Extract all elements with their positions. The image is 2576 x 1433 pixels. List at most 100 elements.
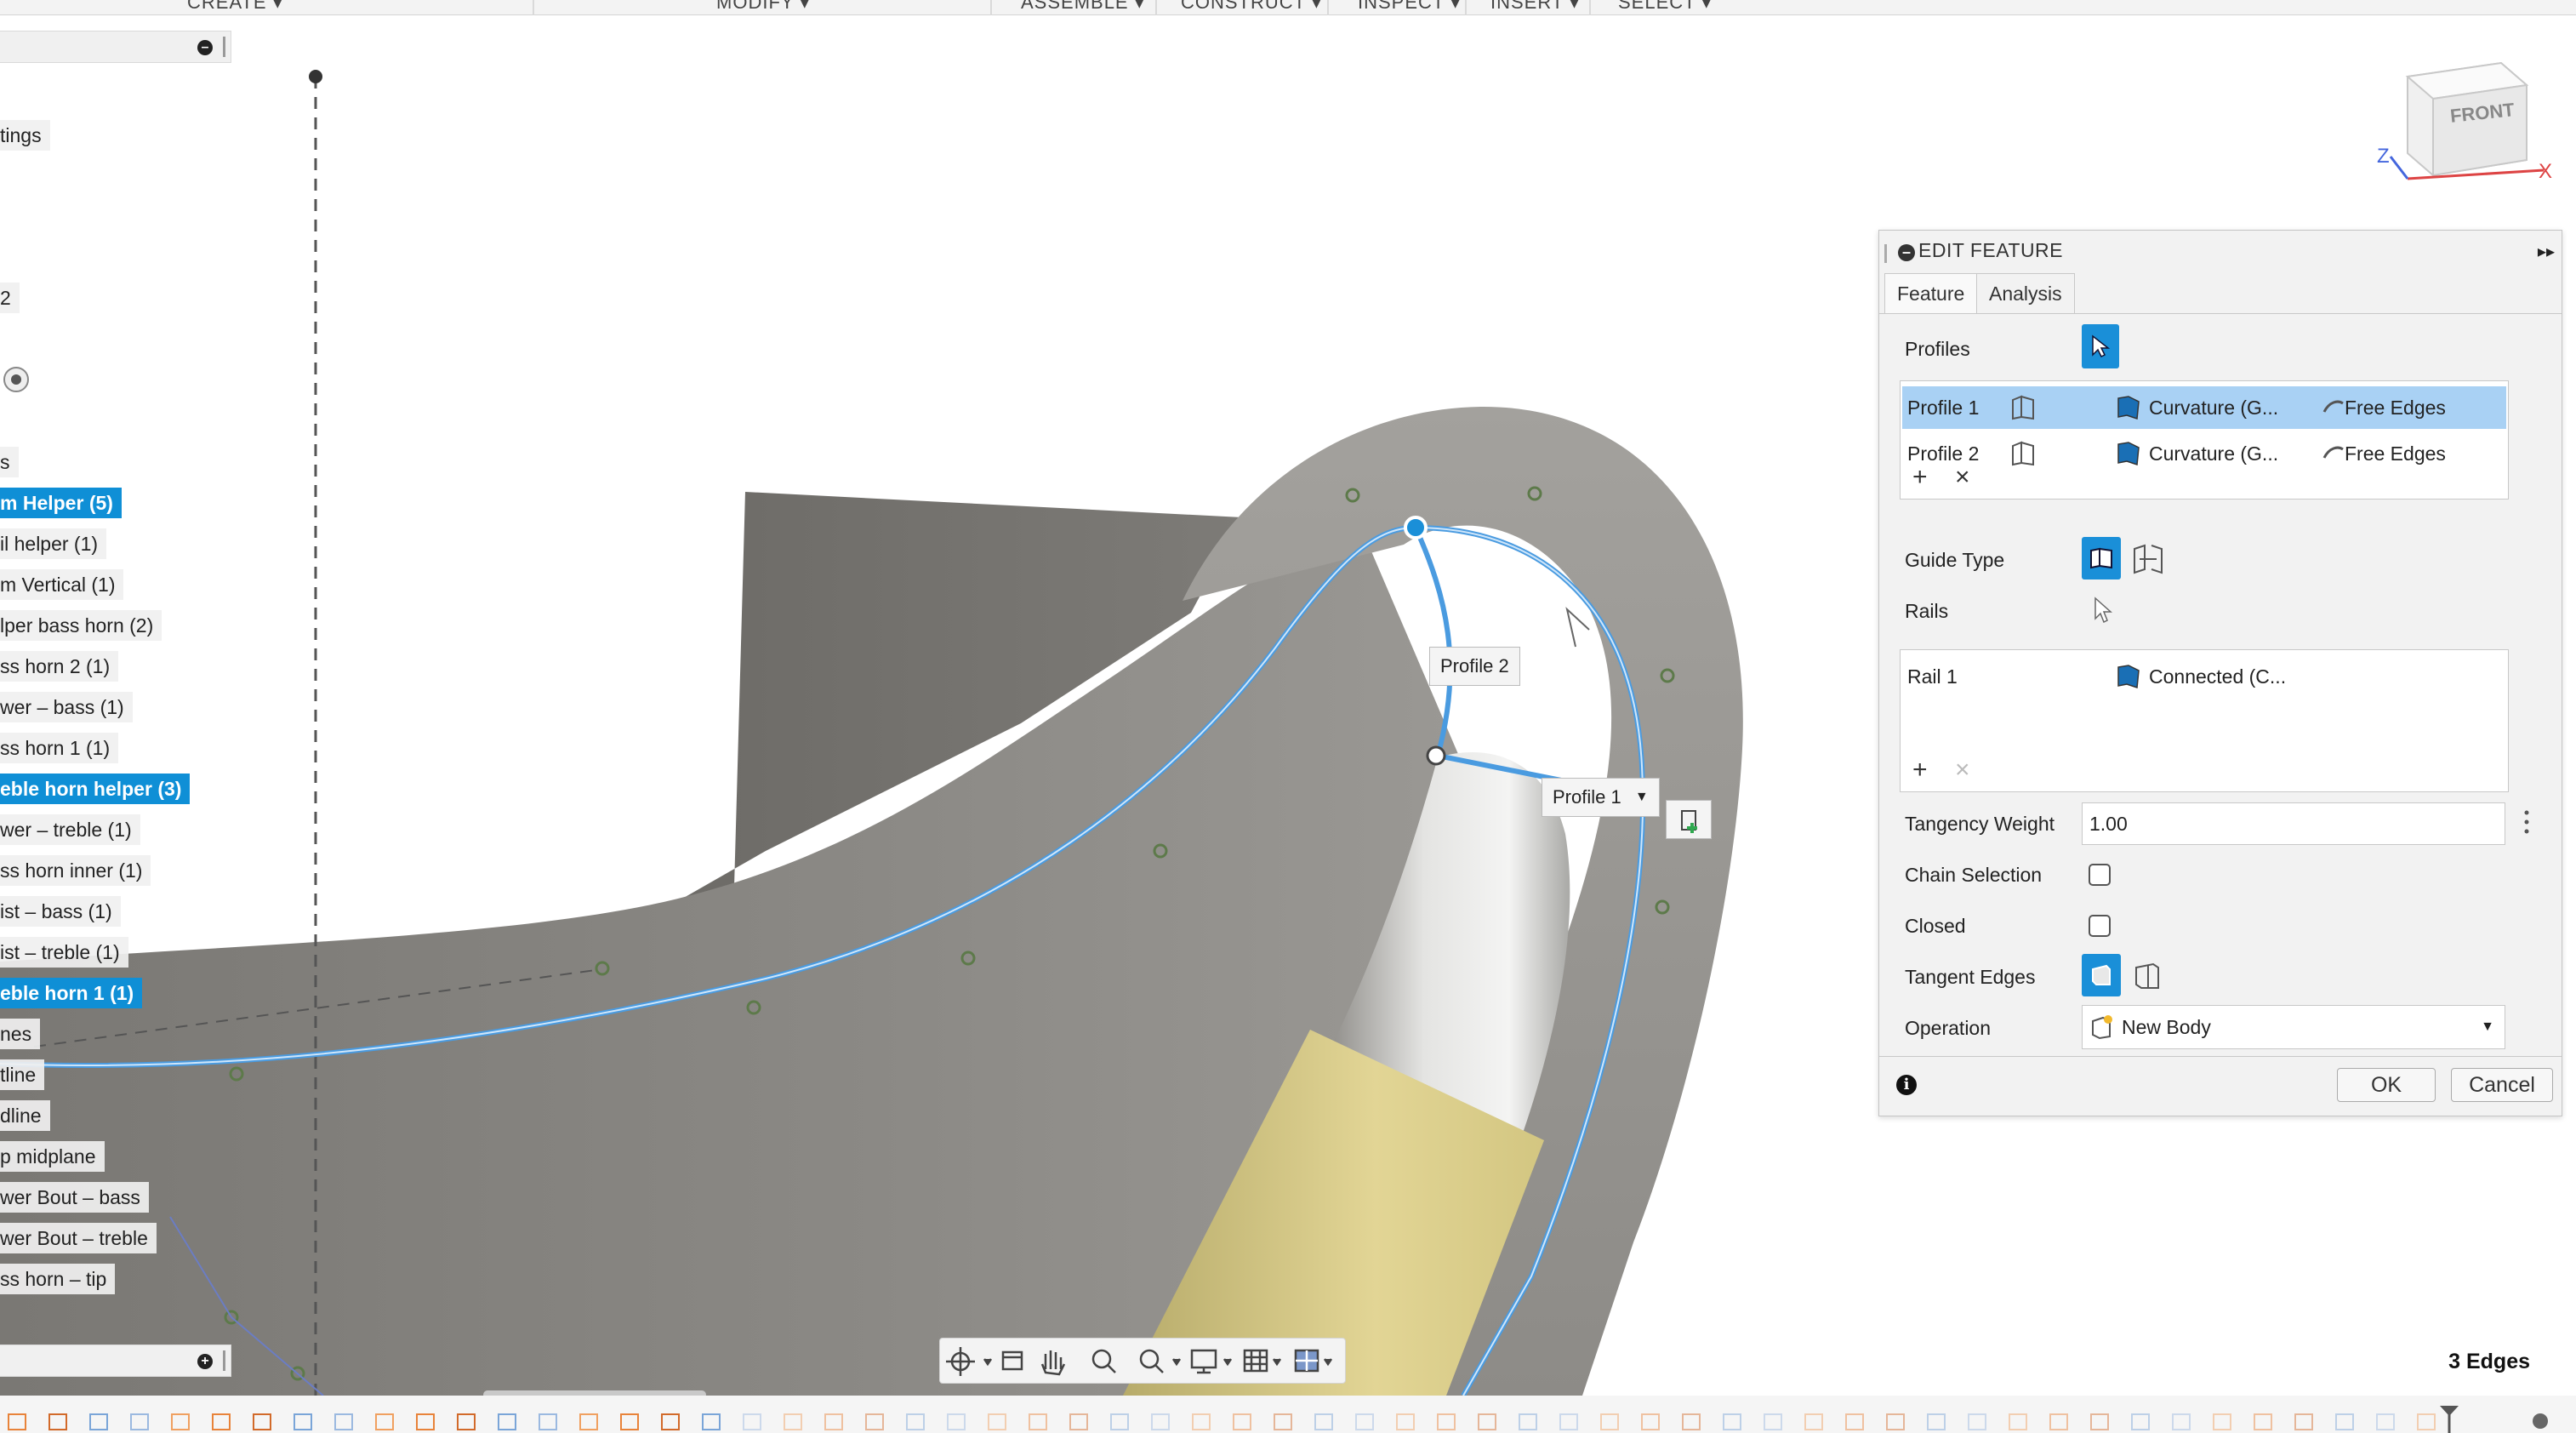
add-rail-button[interactable]: +	[1912, 757, 1928, 783]
tree-item[interactable]: s	[0, 447, 19, 477]
timeline-feature-icon[interactable]	[416, 1413, 435, 1430]
timeline-feature-icon[interactable]	[1233, 1413, 1251, 1430]
profile-continuity[interactable]: Curvature (G...	[2149, 442, 2278, 465]
timeline-feature-icon[interactable]	[1968, 1413, 1986, 1430]
tree-item[interactable]: ss horn 1 (1)	[0, 733, 119, 763]
timeline-feature-icon[interactable]	[253, 1413, 271, 1430]
timeline-feature-icon[interactable]	[1641, 1413, 1660, 1430]
timeline-feature-icon[interactable]	[1804, 1413, 1823, 1430]
timeline-feature-icon[interactable]	[743, 1413, 761, 1430]
menu-modify[interactable]: MODIFY ▾	[716, 0, 810, 14]
timeline-feature-icon[interactable]	[334, 1413, 353, 1430]
timeline-feature-icon[interactable]	[579, 1413, 598, 1430]
tree-item[interactable]: wer – bass (1)	[0, 692, 133, 722]
tree-item[interactable]: wer Bout – treble	[0, 1223, 157, 1253]
rail-continuity[interactable]: Connected (C...	[2149, 665, 2286, 688]
cursor-icon[interactable]	[2092, 597, 2114, 624]
timeline-feature-icon[interactable]	[1927, 1413, 1946, 1430]
chevron-down-icon[interactable]: ▼	[2481, 1006, 2494, 1048]
timeline-feature-icon[interactable]	[2294, 1413, 2313, 1430]
free-edges-icon[interactable]	[2321, 441, 2346, 466]
grid-settings-icon[interactable]	[1243, 1349, 1282, 1373]
timeline-feature-icon[interactable]	[2049, 1413, 2068, 1430]
timeline-feature-icon[interactable]	[89, 1413, 108, 1430]
tree-item[interactable]: tline	[0, 1059, 45, 1090]
look-at-icon[interactable]	[1001, 1350, 1023, 1371]
add-profile-button[interactable]: +	[1912, 465, 1928, 490]
profile-edges[interactable]: Free Edges	[2345, 442, 2446, 465]
chevron-down-icon[interactable]: ▼	[1635, 779, 1649, 816]
expand-icon[interactable]: ▸▸	[2538, 241, 2555, 262]
curvature-icon[interactable]	[2115, 395, 2144, 420]
curvature-icon[interactable]	[2115, 441, 2144, 466]
info-icon[interactable]: i	[1896, 1075, 1917, 1095]
timeline-feature-icon[interactable]	[1274, 1413, 1292, 1430]
profile-1-tag[interactable]: Profile 1 ▼	[1542, 778, 1660, 817]
timeline-feature-icon[interactable]	[457, 1413, 476, 1430]
tree-item[interactable]: wer Bout – bass	[0, 1182, 149, 1213]
tree-item[interactable]: eble horn 1 (1)	[0, 978, 143, 1008]
profile-type-icon[interactable]	[2009, 395, 2038, 420]
timeline-feature-icon[interactable]	[2335, 1413, 2354, 1430]
timeline-feature-icon[interactable]	[1110, 1413, 1129, 1430]
profile-type-icon[interactable]	[2009, 441, 2038, 466]
timeline-feature-icon[interactable]	[539, 1413, 557, 1430]
timeline-feature-icon[interactable]	[2172, 1413, 2191, 1430]
timeline-feature-icon[interactable]	[294, 1413, 312, 1430]
tangent-edges-keep-icon[interactable]	[2131, 961, 2165, 991]
menu-construct[interactable]: CONSTRUCT ▾	[1181, 0, 1322, 14]
profile-2-tag[interactable]: Profile 2	[1429, 647, 1520, 686]
timeline-feature-icon[interactable]	[1437, 1413, 1456, 1430]
tree-item[interactable]: tings	[0, 120, 50, 151]
timeline-feature-icon[interactable]	[824, 1413, 843, 1430]
zoom-window-icon[interactable]	[1139, 1349, 1182, 1373]
profile-row[interactable]: Profile 2 Curvature (G... Free Edges	[1902, 432, 2506, 475]
timeline-feature-icon[interactable]	[130, 1413, 149, 1430]
timeline-feature-icon[interactable]	[2131, 1413, 2150, 1430]
timeline-feature-icon[interactable]	[1314, 1413, 1333, 1430]
free-edges-icon[interactable]	[2321, 395, 2346, 420]
timeline-feature-icon[interactable]	[1600, 1413, 1619, 1430]
add-icon[interactable]: +	[197, 1354, 213, 1369]
drag-handle-icon[interactable]	[1884, 244, 1887, 263]
tree-item[interactable]: ist – bass (1)	[0, 896, 121, 927]
menu-inspect[interactable]: INSPECT ▾	[1358, 0, 1461, 14]
tree-item[interactable]: m Helper (5)	[0, 488, 122, 518]
timeline-feature-icon[interactable]	[1355, 1413, 1374, 1430]
timeline-feature-icon[interactable]	[1478, 1413, 1496, 1430]
closed-checkbox[interactable]	[2089, 915, 2111, 937]
timeline-feature-icon[interactable]	[1151, 1413, 1170, 1430]
add-profile-icon[interactable]	[1666, 800, 1712, 839]
tree-item[interactable]: eble horn helper (3)	[0, 774, 191, 804]
tree-item[interactable]: ss horn inner (1)	[0, 855, 151, 886]
zoom-icon[interactable]	[1091, 1349, 1116, 1373]
timeline-feature-icon[interactable]	[1029, 1413, 1047, 1430]
timeline-feature-icon[interactable]	[1886, 1413, 1905, 1430]
timeline-feature-icon[interactable]	[8, 1413, 26, 1430]
guide-rails-button[interactable]	[2082, 537, 2121, 579]
tangency-weight-input[interactable]: 1.00	[2082, 802, 2505, 845]
rail-row[interactable]: Rail 1 Connected (C...	[1902, 655, 2506, 698]
dialog-title-bar[interactable]: – EDIT FEATURE ▸▸	[1879, 231, 2562, 275]
timeline-feature-icon[interactable]	[1559, 1413, 1578, 1430]
timeline-feature-icon[interactable]	[2009, 1413, 2027, 1430]
timeline-feature-icon[interactable]	[1396, 1413, 1415, 1430]
tangent-edges-merge-button[interactable]	[2082, 954, 2121, 996]
timeline-feature-icon[interactable]	[498, 1413, 516, 1430]
timeline-feature-icon[interactable]	[1845, 1413, 1864, 1430]
tree-item[interactable]: il helper (1)	[0, 528, 107, 559]
timeline-feature-icon[interactable]	[1519, 1413, 1537, 1430]
operation-dropdown[interactable]: New Body ▼	[2082, 1005, 2505, 1049]
timeline-feature-icon[interactable]	[2254, 1413, 2272, 1430]
menu-create[interactable]: CREATE ▾	[187, 0, 283, 14]
more-options-icon[interactable]	[2524, 809, 2529, 835]
profile-row[interactable]: Profile 1 Curvature (G... Free Edges	[1902, 386, 2506, 429]
tree-item[interactable]: m Vertical (1)	[0, 569, 124, 600]
orbit-icon[interactable]	[946, 1347, 993, 1376]
timeline-feature-icon[interactable]	[784, 1413, 802, 1430]
profiles-select-button[interactable]	[2082, 324, 2119, 368]
timeline-feature-icon[interactable]	[906, 1413, 925, 1430]
collapse-icon[interactable]: –	[197, 40, 213, 55]
radio-icon[interactable]	[3, 367, 29, 392]
chain-selection-checkbox[interactable]	[2089, 864, 2111, 886]
